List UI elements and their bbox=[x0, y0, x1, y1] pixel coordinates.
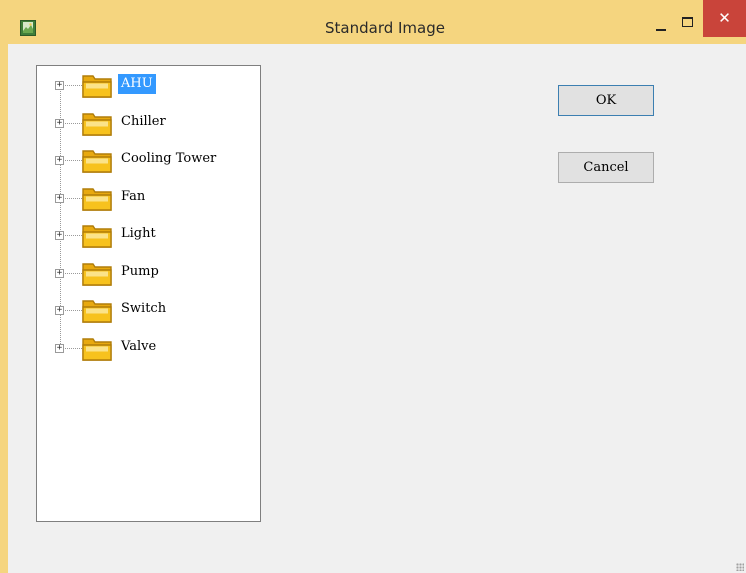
tree-branch-line bbox=[65, 235, 82, 236]
expand-icon[interactable]: + bbox=[55, 81, 64, 90]
tree-item-label[interactable]: Valve bbox=[118, 337, 159, 357]
close-icon: ✕ bbox=[718, 9, 731, 27]
expand-icon[interactable]: + bbox=[55, 156, 64, 165]
folder-icon bbox=[82, 300, 112, 323]
expand-icon[interactable]: + bbox=[55, 306, 64, 315]
image-category-tree[interactable]: + AHU + Chiller + Cooling Tower + Fan + Light + Pum… bbox=[36, 65, 261, 522]
minimize-icon bbox=[656, 29, 666, 31]
dialog-client-area: + AHU + Chiller + Cooling Tower + Fan + Light + Pum… bbox=[8, 44, 746, 573]
tree-branch-line bbox=[65, 160, 82, 161]
tree-branch-line bbox=[65, 197, 82, 199]
folder-icon bbox=[82, 150, 112, 173]
tree-item-switch[interactable]: + Switch bbox=[37, 295, 257, 325]
window-title: Standard Image bbox=[325, 19, 445, 37]
close-button[interactable]: ✕ bbox=[703, 0, 746, 37]
expand-icon[interactable]: + bbox=[55, 343, 64, 353]
minimize-button[interactable] bbox=[648, 16, 674, 36]
tree-item-label[interactable]: Pump bbox=[118, 262, 162, 282]
expand-icon[interactable]: + bbox=[55, 118, 64, 128]
tree-item-label[interactable]: Fan bbox=[118, 187, 148, 207]
folder-icon bbox=[82, 225, 112, 248]
tree-item-label[interactable]: Cooling Tower bbox=[118, 149, 219, 169]
tree-item-pump[interactable]: + Pump bbox=[37, 258, 257, 288]
tree-branch-line bbox=[65, 310, 82, 311]
folder-icon bbox=[82, 112, 112, 136]
folder-icon bbox=[82, 262, 112, 286]
ok-button[interactable]: OK bbox=[558, 85, 654, 116]
tree-branch-line bbox=[65, 272, 82, 274]
folder-icon bbox=[82, 187, 112, 211]
tree-branch-line bbox=[65, 347, 82, 349]
folder-icon bbox=[82, 75, 112, 98]
tree-item-ahu[interactable]: + AHU bbox=[37, 70, 257, 100]
expand-icon[interactable]: + bbox=[55, 268, 64, 278]
tree-item-label[interactable]: Light bbox=[118, 224, 159, 244]
maximize-icon bbox=[682, 17, 693, 27]
resize-grip[interactable] bbox=[736, 563, 744, 571]
title-bar[interactable]: Standard Image ✕ bbox=[0, 0, 746, 44]
expand-icon[interactable]: + bbox=[55, 231, 64, 240]
tree-item-fan[interactable]: + Fan bbox=[37, 183, 257, 213]
tree-item-label[interactable]: AHU bbox=[118, 74, 156, 94]
tree-branch-line bbox=[65, 85, 82, 86]
tree-branch-line bbox=[65, 122, 82, 124]
folder-icon bbox=[82, 337, 112, 361]
expand-icon[interactable]: + bbox=[55, 193, 64, 203]
tree-item-label[interactable]: Chiller bbox=[118, 112, 169, 132]
tree-item-cooling-tower[interactable]: + Cooling Tower bbox=[37, 145, 257, 175]
dialog-window: Standard Image ✕ + AHU + Chiller + Cooling To… bbox=[0, 0, 746, 573]
maximize-button[interactable] bbox=[674, 14, 700, 34]
cancel-button[interactable]: Cancel bbox=[558, 152, 654, 183]
tree-item-label[interactable]: Switch bbox=[118, 299, 169, 319]
tree-item-valve[interactable]: + Valve bbox=[37, 333, 257, 363]
tree-item-chiller[interactable]: + Chiller bbox=[37, 108, 257, 138]
tree-item-light[interactable]: + Light bbox=[37, 220, 257, 250]
